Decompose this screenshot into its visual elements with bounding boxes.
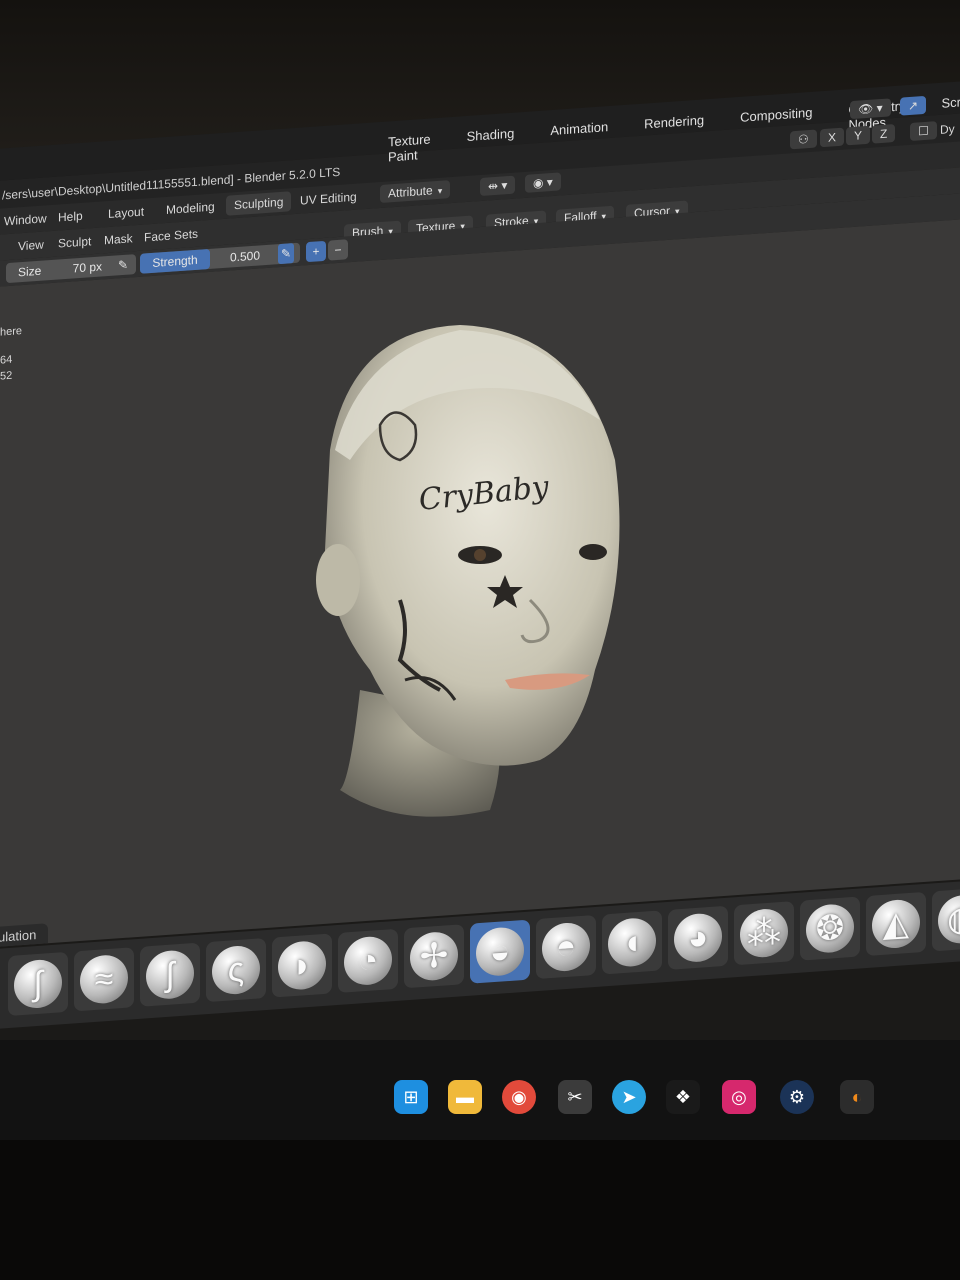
- tab-sculpting[interactable]: Sculpting: [226, 191, 292, 216]
- tab-texture-paint[interactable]: Texture Paint: [380, 128, 439, 168]
- snake-hook-icon[interactable]: ∫: [8, 951, 68, 1017]
- file-explorer-icon[interactable]: ▬: [448, 1080, 482, 1114]
- brush-glyph: ◒: [489, 931, 511, 972]
- menu-view[interactable]: View: [18, 238, 44, 254]
- brush-glyph: ⁂: [747, 912, 781, 954]
- attribute-dropdown[interactable]: Attribute ▾: [380, 180, 451, 204]
- strength-pressure-icon[interactable]: ✎: [277, 243, 294, 265]
- chrome-icon[interactable]: ◉: [502, 1080, 536, 1114]
- side-panel-value-2: 52: [0, 369, 13, 383]
- pressure-icon[interactable]: ✎: [118, 255, 128, 276]
- strength-value: 0.500: [230, 248, 261, 265]
- sculpted-head-model: CryBaby: [316, 325, 620, 817]
- brush-glyph: ◔: [357, 941, 379, 981]
- tab-uv-editing[interactable]: UV Editing: [292, 186, 365, 211]
- axis-x-toggle[interactable]: X: [820, 127, 845, 148]
- menu-sculpt[interactable]: Sculpt: [58, 234, 91, 250]
- tab-animation[interactable]: Animation: [542, 116, 616, 157]
- brush-glyph: ◗: [291, 945, 313, 986]
- axis-z-toggle[interactable]: Z: [872, 123, 896, 144]
- brush-glyph: ◭: [882, 904, 910, 944]
- draw-sharp-icon[interactable]: ≈: [74, 947, 134, 1012]
- tab-rendering[interactable]: Rendering: [636, 109, 712, 150]
- shading-icon[interactable]: ◉ ▾: [525, 172, 561, 193]
- figma-icon[interactable]: ❖: [666, 1080, 700, 1114]
- windows-taskbar: ⊞ ▬ ◉ ✂ ➤ ❖ ◎ ⚙ ◐: [0, 1040, 960, 1140]
- visibility-icon[interactable]: 👁 ▾: [850, 98, 891, 120]
- brush-glyph: ✢: [419, 936, 449, 977]
- twist-icon[interactable]: ς: [206, 938, 266, 1003]
- smooth-icon[interactable]: ❂: [800, 896, 860, 961]
- size-label: Size: [18, 263, 42, 280]
- cloth-icon[interactable]: ◕: [668, 905, 728, 970]
- brush-glyph: ʃ: [166, 955, 174, 994]
- axis-y-toggle[interactable]: Y: [846, 125, 871, 146]
- displacement-icon[interactable]: ◍: [932, 887, 960, 952]
- steam-icon[interactable]: ⚙: [780, 1080, 814, 1114]
- tab-shading[interactable]: Shading: [459, 122, 523, 162]
- menu-face-sets[interactable]: Face Sets: [144, 227, 198, 245]
- dyntopo-checkbox[interactable]: ☐: [910, 121, 937, 141]
- snipping-tool-icon[interactable]: ✂: [558, 1080, 592, 1114]
- brush-glyph: ◍: [947, 899, 960, 940]
- windows-start-icon[interactable]: ⊞: [394, 1080, 428, 1114]
- monitor-bezel-bottom: [0, 1140, 960, 1280]
- instagram-icon[interactable]: ◎: [722, 1080, 756, 1114]
- brush-glyph: ∫: [33, 964, 43, 1004]
- tab-layout[interactable]: Layout: [100, 201, 152, 225]
- brush-glyph: ≈: [94, 959, 114, 999]
- pose-icon[interactable]: ◗: [272, 933, 332, 998]
- telegram-icon[interactable]: ➤: [612, 1080, 646, 1114]
- symmetry-icon[interactable]: ⇹ ▾: [480, 175, 516, 197]
- menu-help[interactable]: Help: [58, 209, 83, 225]
- brush-glyph: ς: [227, 950, 245, 990]
- brush-glyph: ◓: [555, 927, 577, 967]
- add-button[interactable]: +: [306, 240, 326, 263]
- dyntopo-label: Dy: [940, 121, 955, 137]
- brush-glyph: ◖: [621, 922, 643, 963]
- multiplane-scrape-icon[interactable]: ⁂: [734, 901, 794, 966]
- menu-window[interactable]: Window: [4, 211, 47, 228]
- rotate-icon[interactable]: ✢: [404, 924, 464, 989]
- gizmo-icon[interactable]: ↗: [900, 95, 927, 116]
- side-panel-value-1: 64: [0, 353, 13, 367]
- layer-icon[interactable]: ◭: [866, 891, 926, 957]
- boundary-icon[interactable]: ◖: [602, 910, 662, 975]
- brush-glyph: ◕: [687, 918, 709, 958]
- shelf-tab[interactable]: ulation: [0, 923, 49, 948]
- blender-icon[interactable]: ◐: [840, 1080, 874, 1114]
- elastic-deform-icon[interactable]: ʃ: [140, 942, 200, 1007]
- menu-mask[interactable]: Mask: [104, 231, 133, 247]
- mirror-icon[interactable]: ⚇: [790, 129, 817, 150]
- nudge-icon[interactable]: ◔: [338, 928, 398, 993]
- tab-modeling[interactable]: Modeling: [158, 196, 223, 221]
- size-value: 70 px: [72, 259, 102, 276]
- subtract-button[interactable]: −: [328, 239, 348, 261]
- strength-label: Strength: [140, 248, 210, 274]
- brush-glyph: ❂: [815, 908, 845, 949]
- side-panel-text: here: [0, 325, 23, 339]
- thumb-icon[interactable]: ◓: [536, 914, 596, 980]
- pinch-icon[interactable]: ◒: [470, 919, 530, 984]
